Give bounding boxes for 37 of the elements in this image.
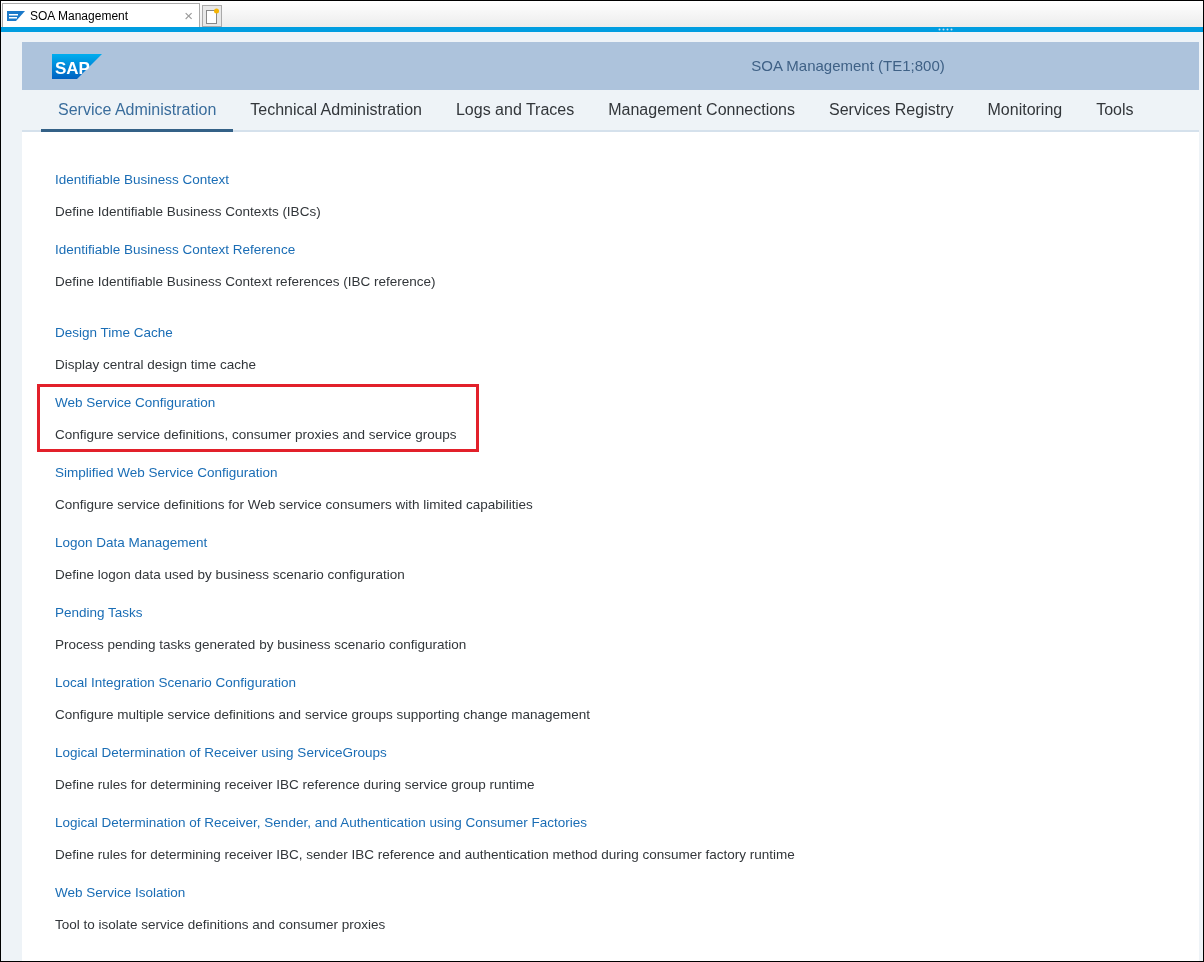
grip-icon[interactable]	[938, 28, 954, 31]
link-description: Define Identifiable Business Contexts (IBCs)	[55, 203, 321, 221]
logo-icon	[7, 10, 25, 21]
service-link[interactable]: Logon Data Management	[55, 533, 405, 553]
nav-tab[interactable]: Tools	[1079, 90, 1151, 132]
service-link[interactable]: Design Time Cache	[55, 323, 257, 343]
window-title: SOA Management (TE1;800)	[750, 55, 945, 76]
new-tab-button[interactable]	[202, 5, 222, 27]
link-description: Tool to isolate service definitions and consumer proxies	[55, 916, 386, 934]
link-description: Define Identifiable Business Context references (IBC reference)	[55, 273, 436, 291]
nav-tab[interactable]: Monitoring	[970, 90, 1080, 132]
sap-logo: SAP	[52, 53, 102, 79]
service-link[interactable]: Simplified Web Service Configuration	[55, 463, 533, 483]
service-link[interactable]: Identifiable Business Context	[55, 170, 321, 190]
link-description: Process pending tasks generated by business scenario configuration	[55, 636, 467, 654]
service-link[interactable]: Pending Tasks	[55, 603, 467, 623]
service-link[interactable]: Identifiable Business Context Reference	[55, 240, 436, 260]
new-page-icon	[205, 8, 219, 24]
link-description: Configure multiple service definitions and service groups supporting change management	[55, 706, 591, 724]
link-description: Display central design time cache	[55, 356, 257, 374]
service-link[interactable]: Logical Determination of Receiver using ServiceGroups	[55, 743, 535, 763]
service-link[interactable]: Local Integration Scenario Configuration	[55, 673, 591, 693]
nav-tab[interactable]: Management Connections	[591, 90, 812, 132]
link-description: Define logon data used by business scenario configuration	[55, 566, 405, 584]
link-description: Configure service definitions for Web service consumers with limited capabilities	[55, 496, 533, 514]
nav-tab[interactable]: Services Registry	[812, 90, 971, 132]
service-link[interactable]: Web Service Isolation	[55, 883, 386, 903]
nav-tab[interactable]: Logs and Traces	[438, 90, 592, 132]
nav-tab[interactable]: Technical Administration	[233, 90, 439, 132]
service-link[interactable]: Web Service Configuration	[55, 393, 457, 413]
link-description: Configure service definitions, consumer proxies and service groups	[55, 426, 457, 444]
browser-tab[interactable]: SOA Management ×	[2, 3, 200, 27]
link-description: Define rules for determining receiver IBC, sender IBC reference and authentication method during consumer factory runtime	[55, 846, 795, 864]
link-description: Define rules for determining receiver IBC reference during service group runtime	[55, 776, 535, 794]
close-button[interactable]: ×	[184, 8, 193, 23]
tab-title: SOA Management	[30, 7, 130, 25]
service-link[interactable]: Logical Determination of Receiver, Sender, and Authentication using Consumer Factories	[55, 813, 795, 833]
